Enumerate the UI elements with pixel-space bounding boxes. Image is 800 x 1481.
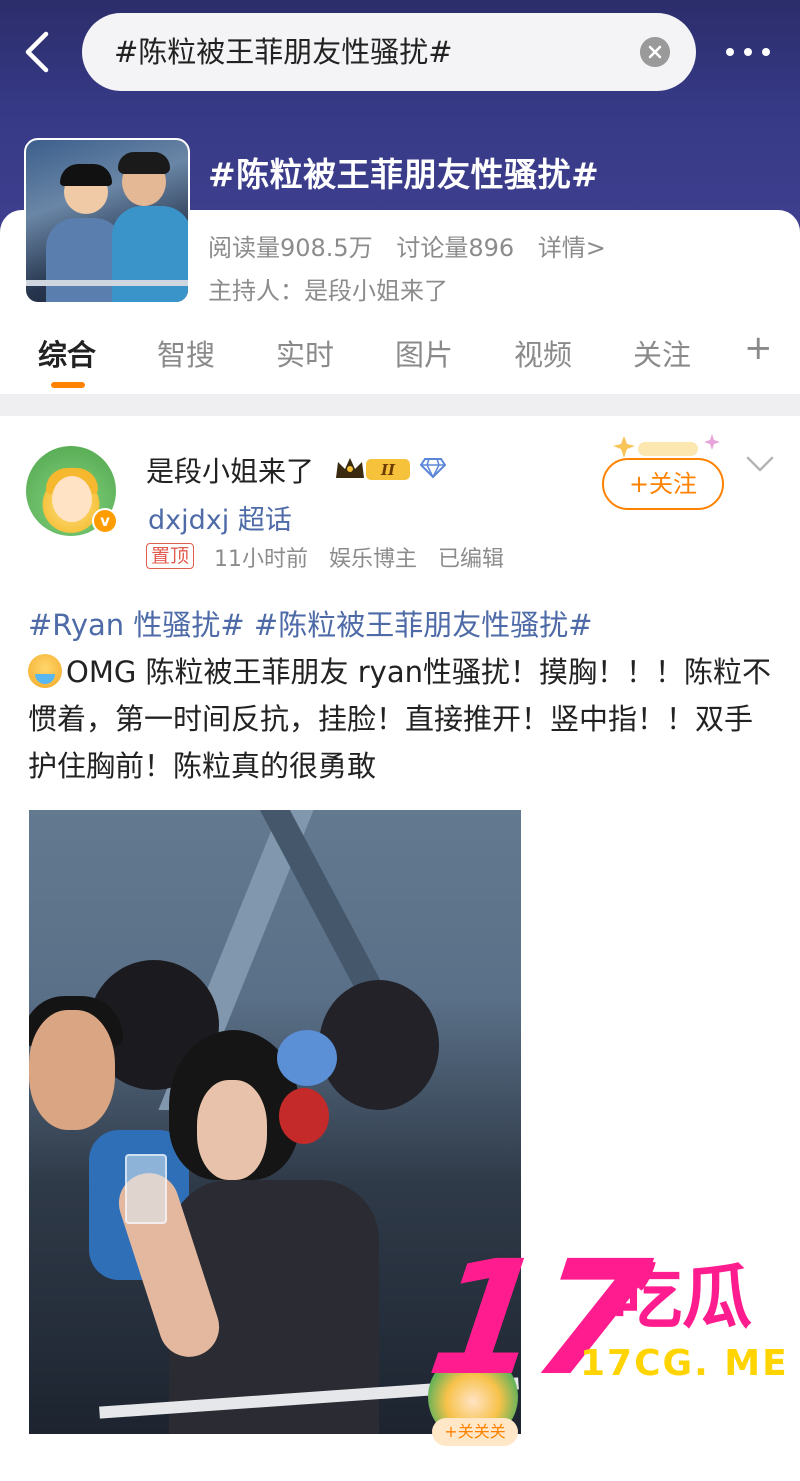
section-divider <box>0 394 800 416</box>
topic-thumbnail[interactable] <box>24 138 190 304</box>
topic-stats: 阅读量908.5万 讨论量896 详情> <box>208 228 622 263</box>
follow-button[interactable]: +关注 <box>602 458 724 510</box>
search-query: #陈粒被王菲朋友性骚扰# <box>114 35 453 69</box>
post-meta: 11小时前 娱乐博主 已编辑 <box>214 541 518 573</box>
clear-icon[interactable] <box>640 37 670 67</box>
discussion-count: 讨论量896 <box>396 234 515 262</box>
crown-level-badge-icon[interactable]: II <box>334 454 414 484</box>
tab-following[interactable]: 关注 <box>633 332 691 374</box>
tab-images[interactable]: 图片 <box>395 332 453 374</box>
details-link[interactable]: 详情> <box>538 234 606 262</box>
edited-label[interactable]: 已编辑 <box>438 547 504 572</box>
chevron-down-icon[interactable] <box>744 452 776 476</box>
topic-host[interactable]: 主持人：是段小姐来了 <box>208 271 448 306</box>
tab-smart-search[interactable]: 智搜 <box>157 332 215 374</box>
watermark-chinese: 吃瓜 <box>612 1256 752 1338</box>
level-badge-text: II <box>380 461 396 479</box>
back-arrow-icon[interactable] <box>18 28 58 76</box>
verified-badge-icon: v <box>92 508 118 534</box>
crying-emoji-icon <box>28 654 62 688</box>
tab-comprehensive[interactable]: 综合 <box>38 332 96 374</box>
sticker-follow-label: +关关关 <box>432 1418 518 1446</box>
add-tab-icon[interactable]: + <box>744 328 773 368</box>
post-author-name[interactable]: 是段小姐来了 <box>146 450 314 490</box>
author-role: 娱乐博主 <box>329 547 418 572</box>
pinned-tag: 置顶 <box>146 543 195 569</box>
read-count: 阅读量908.5万 <box>208 234 373 262</box>
post-body: #Ryan 性骚扰# #陈粒被王菲朋友性骚扰# OMG 陈粒被王菲朋友 ryan… <box>28 602 773 790</box>
post-hashtags[interactable]: #Ryan 性骚扰# #陈粒被王菲朋友性骚扰# <box>28 608 593 642</box>
supertopic-link[interactable]: dxjdxj 超话 <box>148 498 292 537</box>
diamond-icon[interactable] <box>420 457 446 479</box>
post-content: OMG 陈粒被王菲朋友 ryan性骚扰！摸胸！！！陈粒不惯着，第一时间反抗，挂脸… <box>28 655 771 783</box>
more-icon[interactable] <box>724 36 774 66</box>
post-time: 11小时前 <box>214 547 308 572</box>
active-tab-indicator <box>51 382 85 388</box>
search-input[interactable]: #陈粒被王菲朋友性骚扰# <box>82 13 696 91</box>
topic-title: #陈粒被王菲朋友性骚扰# <box>208 155 600 194</box>
tab-videos[interactable]: 视频 <box>514 332 572 374</box>
tab-realtime[interactable]: 实时 <box>276 332 334 374</box>
watermark-url: 17CG. ME <box>580 1343 789 1384</box>
tab-bar: 综合 智搜 实时 图片 视频 关注 + <box>0 318 800 392</box>
